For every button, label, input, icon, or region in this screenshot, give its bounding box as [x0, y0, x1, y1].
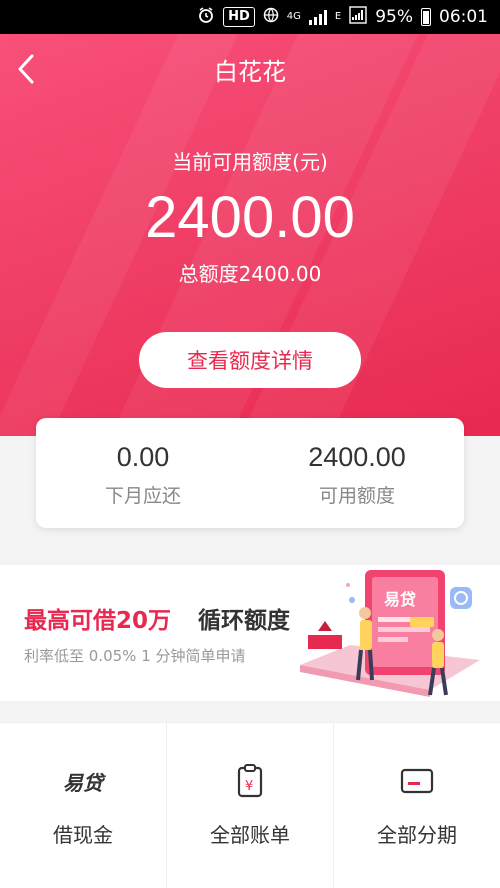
- next-month-due-value: 0.00: [116, 442, 170, 472]
- grid-item-all-installments[interactable]: 全部分期: [334, 723, 500, 888]
- next-month-due[interactable]: 0.00 下月应还: [36, 418, 250, 528]
- network-type: 4G: [286, 11, 301, 22]
- card-icon: [334, 763, 500, 799]
- grid-item-label: 借现金: [53, 823, 113, 847]
- status-bar: HD 4G E 95% 06:01: [0, 0, 500, 34]
- network-e-label: E: [334, 11, 342, 22]
- available-amount-value: 2400.00: [308, 442, 406, 472]
- illustration-logo-text: 易贷: [384, 590, 416, 609]
- grid-item-label: 全部分期: [377, 823, 457, 847]
- grid-item-all-bills[interactable]: ¥ 全部账单: [167, 723, 334, 888]
- yidai-logo-text: 易贷: [63, 770, 103, 795]
- total-credit-text: 总额度2400.00: [178, 262, 322, 286]
- alarm-icon: [197, 6, 215, 29]
- yidai-logo-icon: 易贷: [0, 763, 166, 799]
- promo-illustration: 易贷: [300, 570, 480, 697]
- battery-percent: 95%: [375, 7, 413, 27]
- promo-cycle-label: 循环额度: [198, 608, 290, 634]
- view-credit-details-button[interactable]: 查看额度详情: [139, 332, 361, 388]
- promo-headline: 最高可借20万: [24, 608, 172, 634]
- available-amount-label: 可用额度: [318, 485, 395, 507]
- next-month-due-label: 下月应还: [104, 485, 181, 507]
- signal-box-icon: [349, 5, 367, 29]
- available-credit-label: 当前可用额度(元): [172, 150, 328, 174]
- promo-banner[interactable]: 最高可借20万 循环额度 利率低至 0.05% 1 分钟简单申请 易贷: [0, 565, 500, 701]
- globe-icon: [263, 7, 279, 28]
- available-credit-amount: 2400.00: [145, 185, 355, 250]
- grid-item-label: 全部账单: [210, 823, 290, 847]
- summary-card: 0.00 下月应还 2400.00 可用额度: [36, 418, 464, 528]
- function-grid: 易贷 借现金 ¥ 全部账单 全部分期: [0, 722, 500, 888]
- battery-icon: [421, 8, 431, 26]
- promo-subtext: 利率低至 0.05% 1 分钟简单申请: [24, 647, 246, 665]
- bill-clipboard-icon: ¥: [167, 763, 333, 799]
- credit-header: 白花花 当前可用额度(元) 2400.00 总额度2400.00 查看额度详情: [0, 34, 500, 436]
- hd-badge: HD: [223, 7, 255, 27]
- available-amount[interactable]: 2400.00 可用额度: [250, 418, 464, 528]
- page-title: 白花花: [214, 58, 286, 86]
- svg-text:¥: ¥: [245, 779, 253, 794]
- signal-icon: [308, 9, 327, 25]
- clock: 06:01: [439, 7, 488, 27]
- grid-item-borrow-cash[interactable]: 易贷 借现金: [0, 723, 167, 888]
